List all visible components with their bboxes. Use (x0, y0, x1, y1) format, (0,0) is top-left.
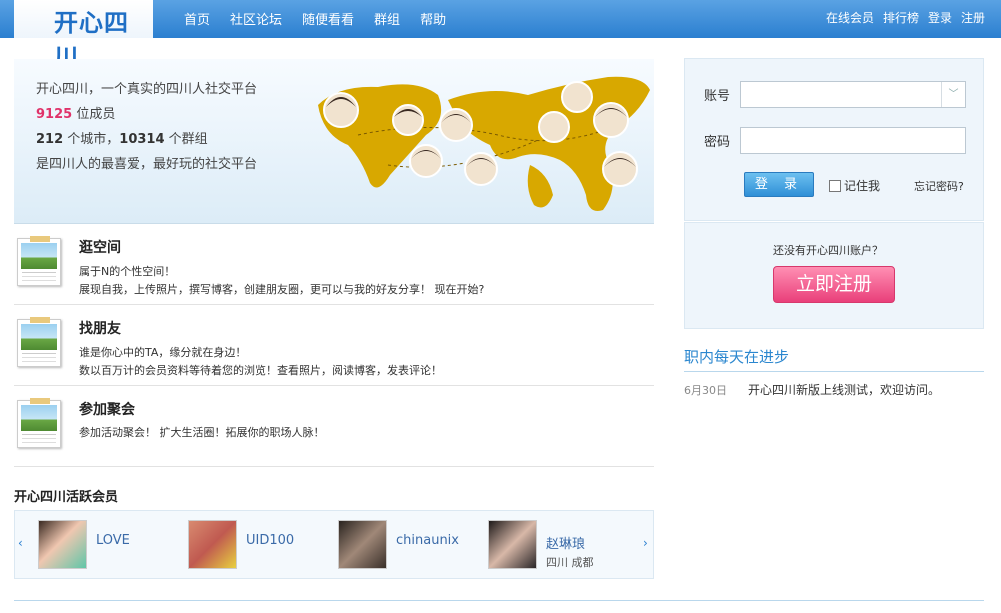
nav-register[interactable]: 注册 (961, 9, 985, 26)
avatar[interactable] (488, 520, 537, 569)
member-card[interactable]: chinaunix (338, 520, 459, 569)
world-map-illustration (318, 76, 650, 211)
nav-home[interactable]: 首页 (184, 9, 210, 28)
member-location: 四川 成都 (546, 556, 594, 569)
avatar[interactable] (188, 520, 237, 569)
news-date: 6月30日 (684, 384, 727, 397)
nav-groups[interactable]: 群组 (374, 9, 400, 28)
feature-title[interactable]: 找朋友 (79, 318, 121, 338)
feature-events: 参加聚会 参加活动聚会！ 扩大生活圈！拓展你的职场人脉！ (14, 386, 654, 467)
member-name[interactable]: LOVE (96, 533, 130, 548)
news-title: 职内每天在进步 (684, 348, 790, 366)
photo-icon (17, 398, 61, 448)
remember-checkbox[interactable] (829, 179, 841, 192)
nav-forum[interactable]: 社区论坛 (230, 9, 282, 28)
members-section-title: 开心四川活跃会员 (14, 490, 119, 505)
feature-desc: 谁是你心中的TA，缘分就在身边！ (79, 346, 247, 359)
news-item[interactable]: 开心四川新版上线测试，欢迎访问。 (748, 381, 940, 398)
nav-login[interactable]: 登录 (928, 9, 952, 26)
members-suffix: 位成员 (72, 107, 116, 122)
top-navigation-bar: 开心四川 首页 社区论坛 随便看看 群组 帮助 在线会员 排行榜 登录 注册 (0, 0, 1001, 72)
avatar[interactable] (38, 520, 87, 569)
footer-divider (14, 600, 984, 601)
remember-me[interactable]: 记住我 (829, 177, 880, 194)
groups-suffix: 个群组 (164, 132, 208, 147)
photo-icon (17, 236, 61, 286)
register-button[interactable]: 立即注册 (773, 266, 895, 303)
user-nav: 在线会员 排行榜 登录 注册 (817, 9, 985, 26)
carousel-prev-icon[interactable]: ‹ (18, 536, 23, 550)
password-label: 密码 (704, 135, 731, 150)
feature-space: 逛空间 属于N的个性空间！ 展现自我，上传照片，撰写博客，创建朋友圈，更可以与我… (14, 224, 654, 305)
member-name[interactable]: chinaunix (396, 533, 459, 548)
cities-suffix: 个城市， (63, 132, 120, 147)
avatar[interactable] (338, 520, 387, 569)
member-card[interactable]: LOVE (38, 520, 130, 569)
groups-count: 10314 (119, 132, 165, 147)
banner-cities-line: 212 个城市，10314 个群组 (36, 127, 257, 152)
login-button[interactable]: 登 录 (744, 172, 814, 197)
cities-count: 212 (36, 132, 64, 147)
feature-title[interactable]: 逛空间 (79, 237, 121, 257)
password-input[interactable] (740, 127, 966, 154)
chevron-down-icon[interactable]: ﹀ (941, 82, 965, 107)
feature-desc: 数以百万计的会员资料等待着您的浏览！查看照片，阅读博客，发表评论！ (79, 364, 442, 377)
banner-tagline: 开心四川，一个真实的四川人社交平台 (36, 82, 258, 97)
account-label: 账号 (704, 89, 731, 104)
banner-stats: 开心四川，一个真实的四川人社交平台 9125 位成员 212 个城市，10314… (36, 77, 257, 177)
login-panel: 账号 ﹀ 密码 登 录 记住我 忘记密码? (684, 58, 984, 221)
remember-label: 记住我 (844, 179, 881, 193)
logo-area: 开心四川 (14, 0, 153, 72)
register-prompt: 还没有开心四川账户？ (773, 244, 883, 257)
nav-help[interactable]: 帮助 (420, 9, 446, 28)
feature-desc: 参加活动聚会！ 扩大生活圈！拓展你的职场人脉！ (79, 426, 325, 439)
feature-friends: 找朋友 谁是你心中的TA，缘分就在身边！ 数以百万计的会员资料等待着您的浏览！查… (14, 305, 654, 386)
nav-ranking[interactable]: 排行榜 (883, 9, 919, 26)
member-card[interactable]: UID100 (188, 520, 294, 569)
feature-title[interactable]: 参加聚会 (79, 399, 135, 419)
banner-slogan: 是四川人的最喜爱，最好玩的社交平台 (36, 157, 258, 172)
member-name[interactable]: UID100 (246, 533, 294, 548)
banner-members-line: 9125 位成员 (36, 102, 257, 127)
member-card[interactable]: 赵琳琅 四川 成都 (488, 520, 594, 569)
main-nav: 首页 社区论坛 随便看看 群组 帮助 (184, 9, 466, 28)
nav-browse[interactable]: 随便看看 (302, 9, 354, 28)
active-members-carousel: ‹ LOVE UID100 chinaunix 赵琳琅 四川 成都 › (14, 510, 654, 579)
member-name[interactable]: 赵琳琅 (546, 533, 585, 552)
nav-online-members[interactable]: 在线会员 (826, 9, 874, 26)
members-count: 9125 (36, 107, 73, 122)
intro-banner: 开心四川，一个真实的四川人社交平台 9125 位成员 212 个城市，10314… (14, 59, 654, 224)
carousel-next-icon[interactable]: › (643, 536, 648, 550)
account-input[interactable]: ﹀ (740, 81, 966, 108)
divider (684, 371, 984, 372)
feature-desc: 展现自我，上传照片，撰写博客，创建朋友圈，更可以与我的好友分享！ 现在开始? (79, 283, 485, 296)
register-panel: 还没有开心四川账户？ 立即注册 (684, 222, 984, 329)
feature-desc: 属于N的个性空间！ (79, 265, 176, 278)
photo-icon (17, 317, 61, 367)
forgot-password-link[interactable]: 忘记密码? (914, 178, 964, 194)
